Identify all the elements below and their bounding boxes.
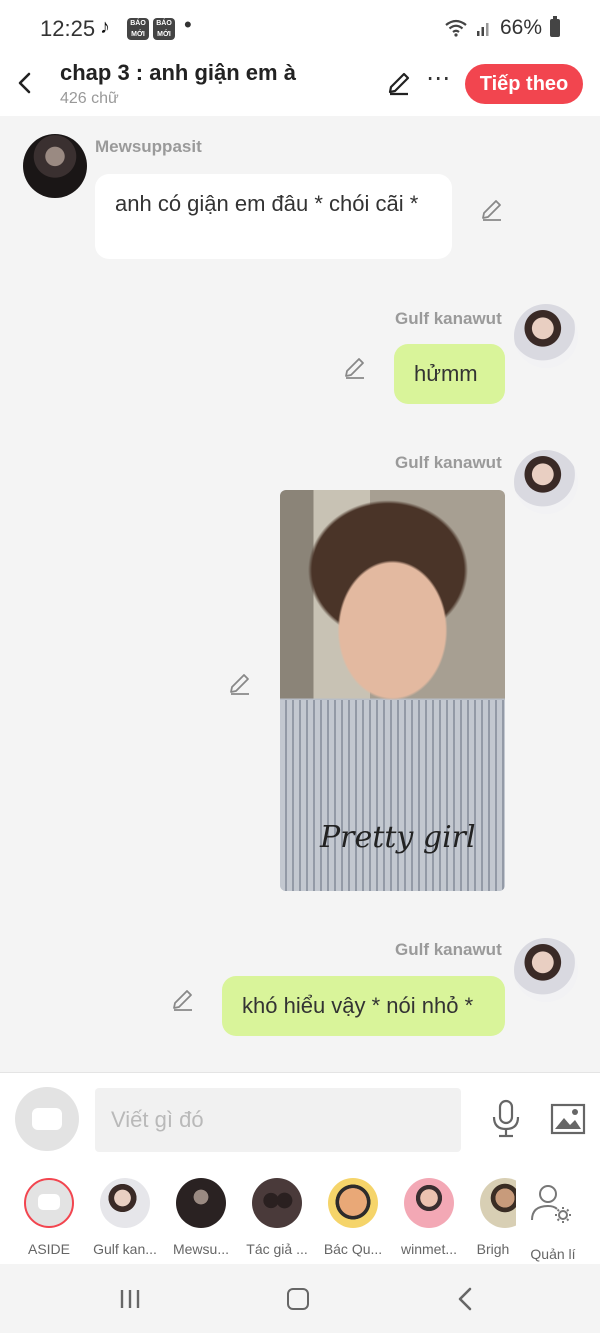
message-bubble[interactable]: anh có giận em đâu * chói cãi *: [95, 174, 452, 259]
system-nav-bar: [0, 1264, 600, 1333]
character-brigh[interactable]: Brigh: [470, 1178, 516, 1257]
baomoi-icon: BÁO MỚI: [153, 18, 175, 40]
back-arrow-icon[interactable]: [14, 68, 36, 98]
avatar: [480, 1178, 516, 1228]
avatar-gulf-kanawut[interactable]: [514, 450, 578, 514]
status-right: 66%: [444, 16, 560, 40]
word-count: 426 chữ: [60, 90, 119, 107]
character-name: Brigh: [476, 1241, 510, 1257]
pencil-icon[interactable]: [228, 672, 252, 696]
character-bac[interactable]: Bác Qu...: [318, 1178, 388, 1257]
message-photo[interactable]: Pretty girl: [280, 490, 505, 891]
photo-shirt-print: Pretty girl: [320, 820, 476, 855]
character-mew[interactable]: Mewsu...: [166, 1178, 236, 1257]
character-winmet[interactable]: winmet...: [394, 1178, 464, 1257]
character-name: Quản lí: [530, 1246, 576, 1262]
character-name: winmet...: [400, 1241, 457, 1257]
aside-toggle-button[interactable]: [15, 1087, 79, 1151]
signal-icon: [476, 23, 489, 36]
notification-dot: •: [184, 12, 192, 37]
more-dots-icon[interactable]: ⋯: [426, 64, 451, 93]
character-aside[interactable]: ASIDE: [14, 1178, 84, 1257]
microphone-icon[interactable]: [490, 1099, 522, 1139]
pencil-icon[interactable]: [343, 356, 367, 380]
composer-bar: [0, 1072, 600, 1166]
battery-percent: 66%: [499, 16, 542, 39]
character-name: ASIDE: [27, 1241, 70, 1257]
character-name: Gulf kan...: [93, 1241, 157, 1257]
pencil-icon[interactable]: [480, 198, 504, 222]
message-bubble[interactable]: khó hiểu vậy * nói nhỏ *: [222, 976, 505, 1036]
avatar-gulf-kanawut[interactable]: [514, 304, 578, 368]
status-time: 12:25: [40, 16, 96, 41]
pencil-icon[interactable]: [171, 988, 195, 1012]
avatar: [404, 1178, 454, 1228]
avatar: [252, 1178, 302, 1228]
character-author[interactable]: Tác giả ...: [242, 1178, 312, 1257]
pencil-icon[interactable]: [386, 70, 412, 96]
message-bubble[interactable]: hửmm: [394, 344, 505, 404]
avatar: [176, 1178, 226, 1228]
avatar: [100, 1178, 150, 1228]
character-name: Bác Qu...: [323, 1241, 383, 1257]
chapter-header: chap 3 : anh giận em à 426 chữ ⋯ Tiếp th…: [0, 58, 600, 116]
sender-name: Gulf kanawut: [395, 309, 502, 328]
characters-row: ASIDE Gulf kan... Mewsu... Tác giả ... B…: [0, 1166, 600, 1264]
manage-characters[interactable]: Quản lí: [518, 1178, 588, 1262]
tiktok-icon: ♪: [100, 16, 110, 38]
chat-area[interactable]: Mewsuppasit anh có giận em đâu * chói cã…: [0, 116, 600, 1072]
character-name: Mewsu...: [172, 1241, 229, 1257]
character-name: Tác giả ...: [246, 1241, 308, 1257]
chapter-title: chap 3 : anh giận em à: [60, 60, 296, 85]
nav-back-icon[interactable]: [456, 1286, 474, 1312]
avatar-gulf-kanawut[interactable]: [514, 938, 578, 1002]
baomoi-icon: BÁO MỚI: [127, 18, 149, 40]
message-input[interactable]: [95, 1088, 461, 1152]
next-chapter-button[interactable]: Tiếp theo: [465, 64, 583, 104]
wifi-icon: [445, 19, 467, 37]
sender-name: Gulf kanawut: [395, 453, 502, 472]
image-icon[interactable]: [550, 1103, 586, 1135]
avatar: [328, 1178, 378, 1228]
aside-icon: [32, 1108, 62, 1130]
aside-icon: [24, 1178, 74, 1228]
sender-name: Mewsuppasit: [95, 137, 202, 156]
user-settings-icon: [531, 1185, 571, 1223]
recent-apps-icon[interactable]: [119, 1288, 141, 1310]
home-icon[interactable]: [287, 1288, 309, 1310]
character-gulf[interactable]: Gulf kan...: [90, 1178, 160, 1257]
photo-shirt: [280, 700, 505, 891]
avatar-mewsuppasit[interactable]: [23, 134, 87, 198]
sender-name: Gulf kanawut: [395, 940, 502, 959]
status-bar: 12:25 ♪ BÁO MỚI BÁO MỚI • 66%: [0, 0, 600, 58]
battery-icon: [550, 16, 560, 37]
